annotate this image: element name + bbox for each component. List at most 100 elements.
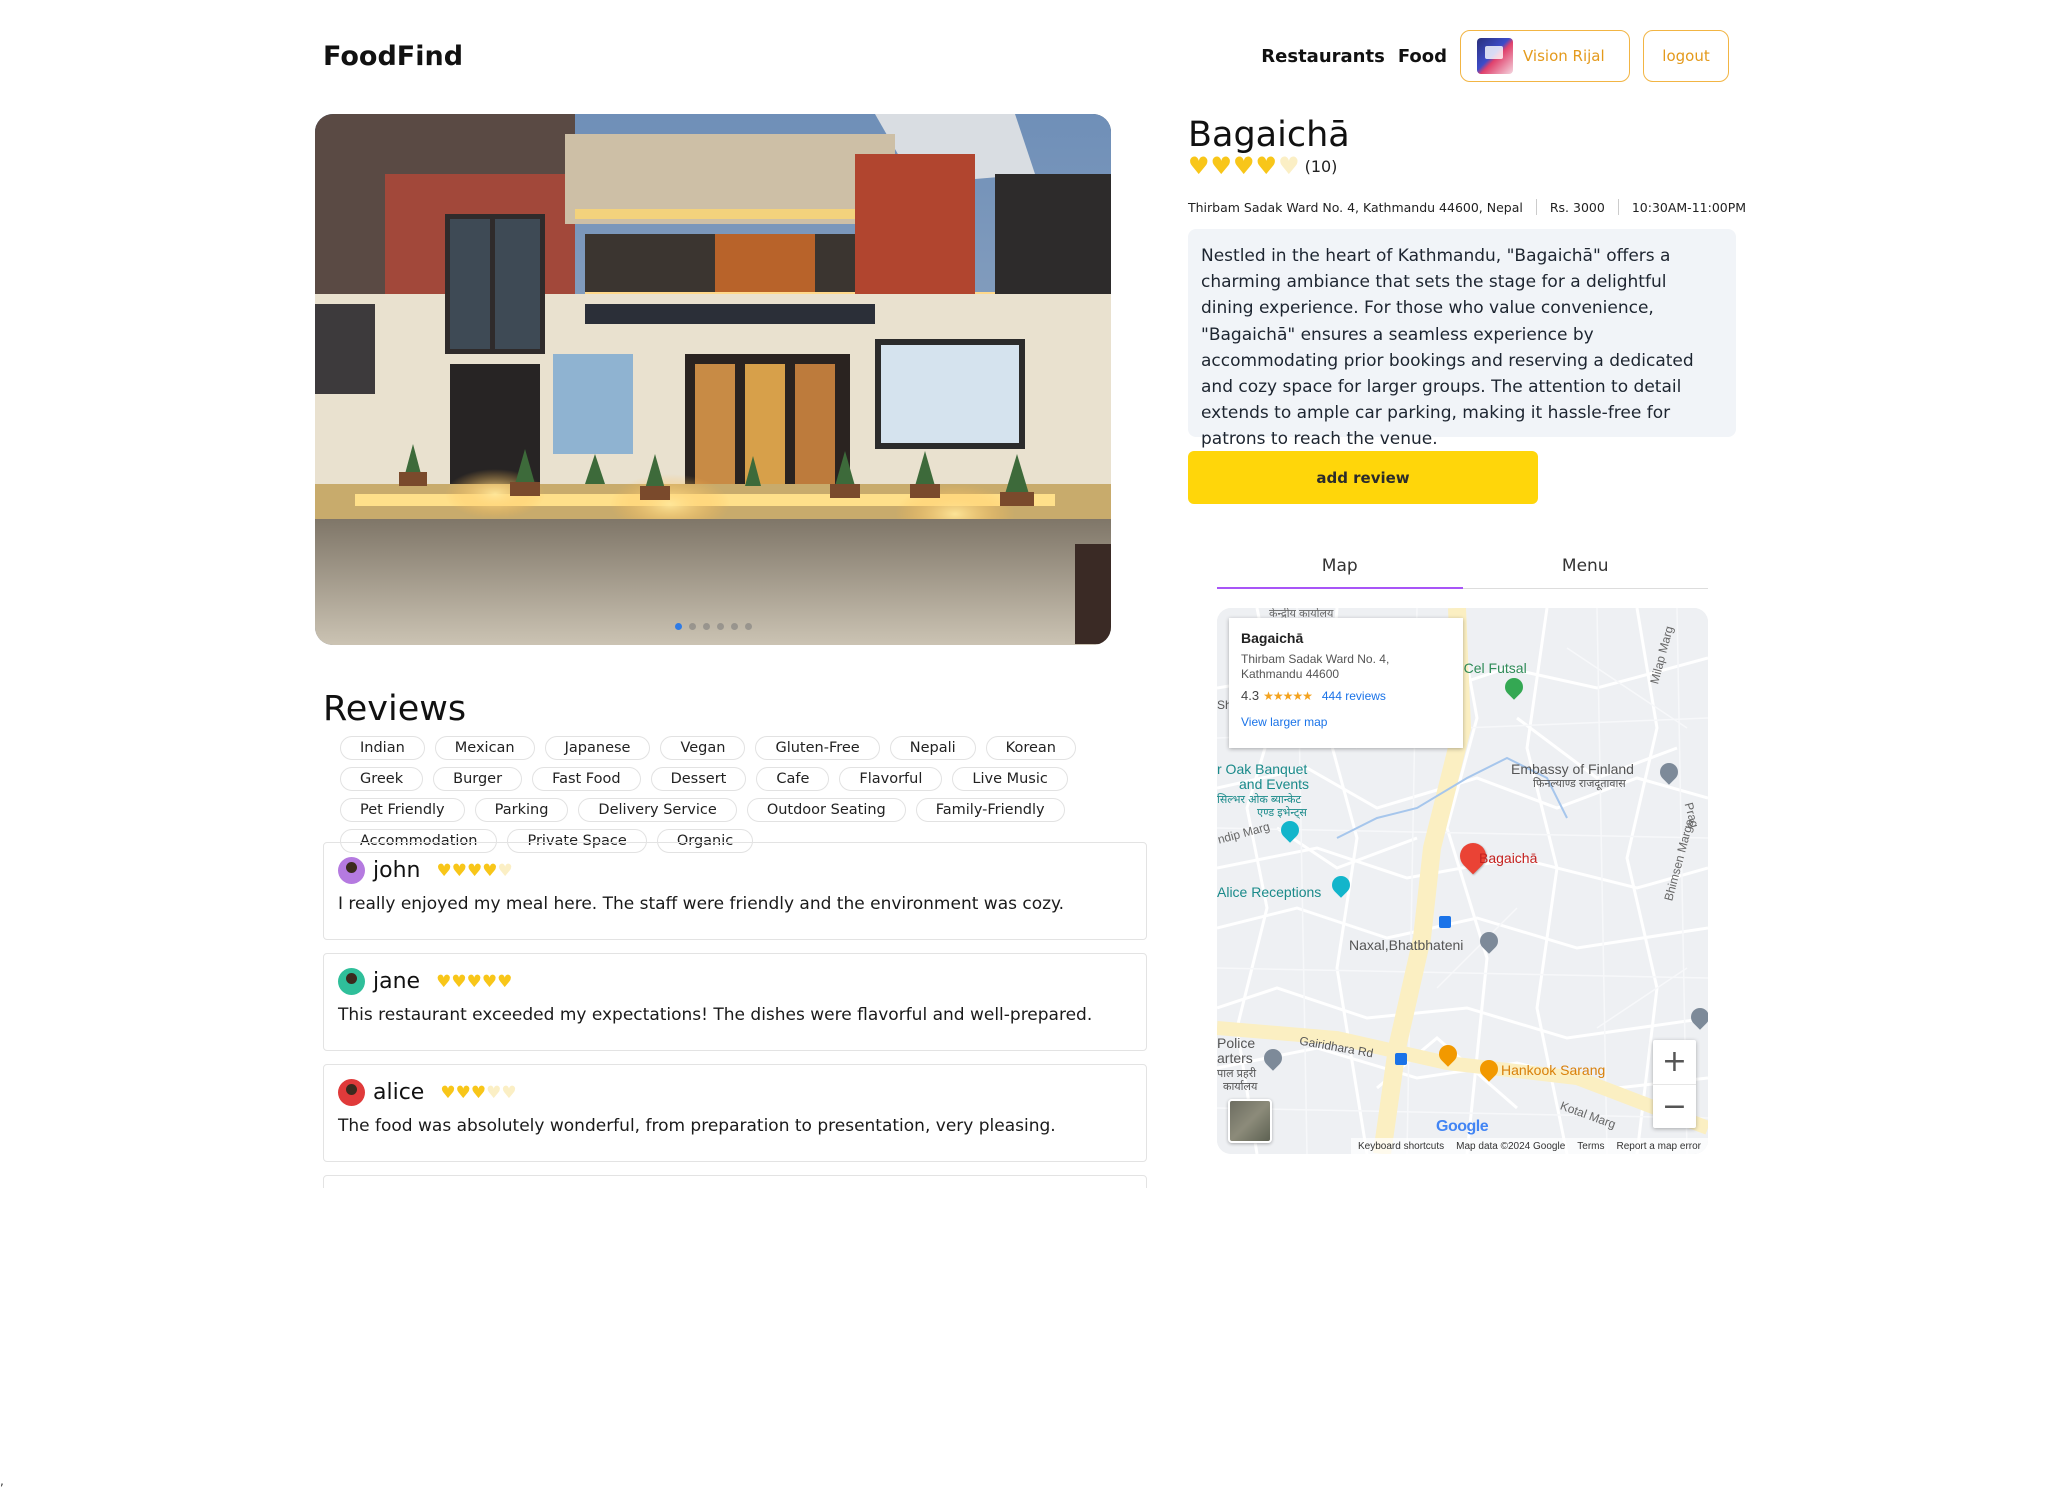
review-card: alice ♥ ♥ ♥ ♥ ♥ The food was absolutely wonder… [323, 1064, 1147, 1162]
review-tag[interactable]: Greek [340, 767, 424, 791]
map-label-oak-1: r Oak Banquet [1217, 761, 1308, 777]
avatar [338, 857, 365, 884]
review-text: The food was absolutely wonderful, from … [338, 1116, 1056, 1136]
report-map-error-link[interactable]: Report a map error [1617, 1141, 1701, 1152]
carousel-dot[interactable] [674, 623, 682, 630]
heart-icon: ♥ [436, 860, 452, 881]
restaurant-image-carousel[interactable] [315, 114, 1111, 645]
tab-map[interactable]: Map [1217, 548, 1463, 589]
review-tag[interactable]: Mexican [434, 736, 535, 760]
user-profile-button[interactable]: Vision Rijal [1460, 30, 1630, 82]
reviewer-name: john [373, 858, 421, 883]
map-card-rating-value: 4.3 [1241, 688, 1260, 703]
heart-icon: ♥ [1278, 152, 1300, 180]
heart-icon: ♥ [497, 860, 513, 881]
review-tag[interactable]: Dessert [650, 767, 747, 791]
satellite-toggle-button[interactable] [1228, 1099, 1272, 1143]
reviewer-name: alice [373, 1080, 425, 1105]
review-tag[interactable]: Live Music [952, 767, 1068, 791]
heart-icon: ♥ [455, 1082, 471, 1103]
review-tag[interactable]: Fast Food [532, 767, 641, 791]
review-header: alice ♥ ♥ ♥ ♥ ♥ [338, 1079, 1132, 1106]
map-label-alice: Alice Receptions [1217, 884, 1322, 900]
reviews-title: Reviews [323, 689, 467, 729]
terms-link[interactable]: Terms [1577, 1141, 1604, 1152]
bus-stop-icon [1395, 1053, 1407, 1065]
location-map[interactable]: केन्द्रीय कार्यालय Sh -Cel Futsal Milap … [1217, 608, 1708, 1154]
zoom-out-button[interactable]: − [1653, 1085, 1696, 1129]
view-larger-map-link[interactable]: View larger map [1241, 715, 1451, 729]
heart-icon: ♥ [451, 971, 467, 992]
logout-button[interactable]: logout [1643, 30, 1729, 82]
stray-text: , [0, 1474, 4, 1488]
carousel-dot[interactable] [744, 623, 752, 630]
heart-icon: ♥ [497, 971, 513, 992]
restaurant-description: Nestled in the heart of Kathmandu, "Baga… [1188, 229, 1736, 449]
review-tag[interactable]: Nepali [889, 736, 976, 760]
review-header: john ♥ ♥ ♥ ♥ ♥ [338, 857, 1132, 884]
map-label-futsal: -Cel Futsal [1459, 660, 1527, 676]
map-label-embassy-2: फिनल्याण्ड राजदूतावास [1533, 778, 1626, 790]
star-icon: ★★★★★ [1263, 688, 1313, 703]
review-tag-list: Indian Mexican Japanese Vegan Gluten-Free Nep… [340, 736, 1130, 853]
heart-icon: ♥ [1233, 152, 1255, 180]
review-tag[interactable]: Outdoor Seating [746, 798, 906, 822]
review-tag[interactable]: Burger [433, 767, 523, 791]
divider [1617, 199, 1619, 215]
heart-icon: ♥ [1188, 152, 1210, 180]
nav-restaurants[interactable]: Restaurants [1261, 46, 1385, 67]
review-tag[interactable]: Vegan [660, 736, 746, 760]
review-tag[interactable]: Flavorful [839, 767, 943, 791]
avatar [338, 968, 365, 995]
heart-icon: ♥ [466, 860, 483, 881]
heart-icon: ♥ [486, 1082, 502, 1103]
review-tag[interactable]: Delivery Service [578, 798, 737, 822]
carousel-dot[interactable] [730, 623, 738, 630]
map-label-bagaicha: Bagaichā [1479, 850, 1538, 866]
carousel-dot[interactable] [688, 623, 696, 630]
map-card-rating: 4.3 ★★★★★ 444 reviews [1241, 688, 1451, 703]
heart-icon: ♥ [481, 971, 498, 992]
map-card-reviews-link[interactable]: 444 reviews [1322, 689, 1386, 703]
review-tag[interactable]: Japanese [544, 736, 651, 760]
brand-logo[interactable]: FoodFind [323, 41, 463, 72]
review-tag[interactable]: Gluten-Free [755, 736, 880, 760]
review-text: This restaurant exceeded my expectations… [338, 1005, 1093, 1025]
heart-icon: ♥ [1255, 152, 1278, 180]
restaurant-address: Thirbam Sadak Ward No. 4, Kathmandu 4460… [1188, 199, 1523, 215]
review-tag[interactable]: Indian [340, 736, 425, 760]
avatar [338, 1079, 365, 1106]
map-label-oak-2: and Events [1239, 776, 1310, 792]
restaurant-meta: Thirbam Sadak Ward No. 4, Kathmandu 4460… [1188, 199, 1746, 215]
review-tag[interactable]: Pet Friendly [340, 798, 465, 822]
info-tabs: Map Menu [1217, 548, 1708, 589]
keyboard-shortcuts-link[interactable]: Keyboard shortcuts [1358, 1141, 1444, 1152]
review-tag[interactable]: Family-Friendly [915, 798, 1065, 822]
zoom-in-button[interactable]: + [1653, 1040, 1696, 1085]
map-info-card: Bagaichā Thirbam Sadak Ward No. 4, Kathm… [1229, 618, 1463, 748]
map-label-embassy-1: Embassy of Finland [1511, 761, 1634, 777]
review-tag[interactable]: Cafe [756, 767, 830, 791]
review-tag[interactable]: Parking [474, 798, 569, 822]
review-rating: ♥ ♥ ♥ ♥ ♥ [436, 972, 512, 992]
review-rating: ♥ ♥ ♥ ♥ ♥ [440, 1083, 516, 1103]
map-label-oak-4: एण्ड इभेन्ट्स [1257, 807, 1307, 819]
review-rating: ♥ ♥ ♥ ♥ ♥ [436, 861, 512, 881]
nav-food[interactable]: Food [1398, 46, 1447, 67]
carousel-dot[interactable] [702, 623, 710, 630]
heart-icon: ♥ [470, 1082, 487, 1103]
add-review-button[interactable]: add review [1188, 451, 1538, 504]
review-list[interactable]: john ♥ ♥ ♥ ♥ ♥ I really enjoyed my meal here. … [323, 842, 1147, 1188]
tab-menu[interactable]: Menu [1463, 548, 1709, 588]
carousel-dot[interactable] [716, 623, 724, 630]
reviewer-name: jane [373, 969, 421, 994]
heart-icon: ♥ [501, 1082, 517, 1103]
heart-icon: ♥ [436, 971, 452, 992]
map-label-naxal: Naxal,Bhatbhateni [1349, 937, 1464, 953]
top-nav: Restaurants Food Vision Rijal logout [1261, 30, 1729, 82]
heart-icon: ♥ [440, 1082, 456, 1103]
user-avatar [1477, 38, 1513, 74]
heart-icon: ♥ [482, 860, 498, 881]
restaurant-photo [315, 114, 1111, 645]
review-tag[interactable]: Korean [985, 736, 1076, 760]
